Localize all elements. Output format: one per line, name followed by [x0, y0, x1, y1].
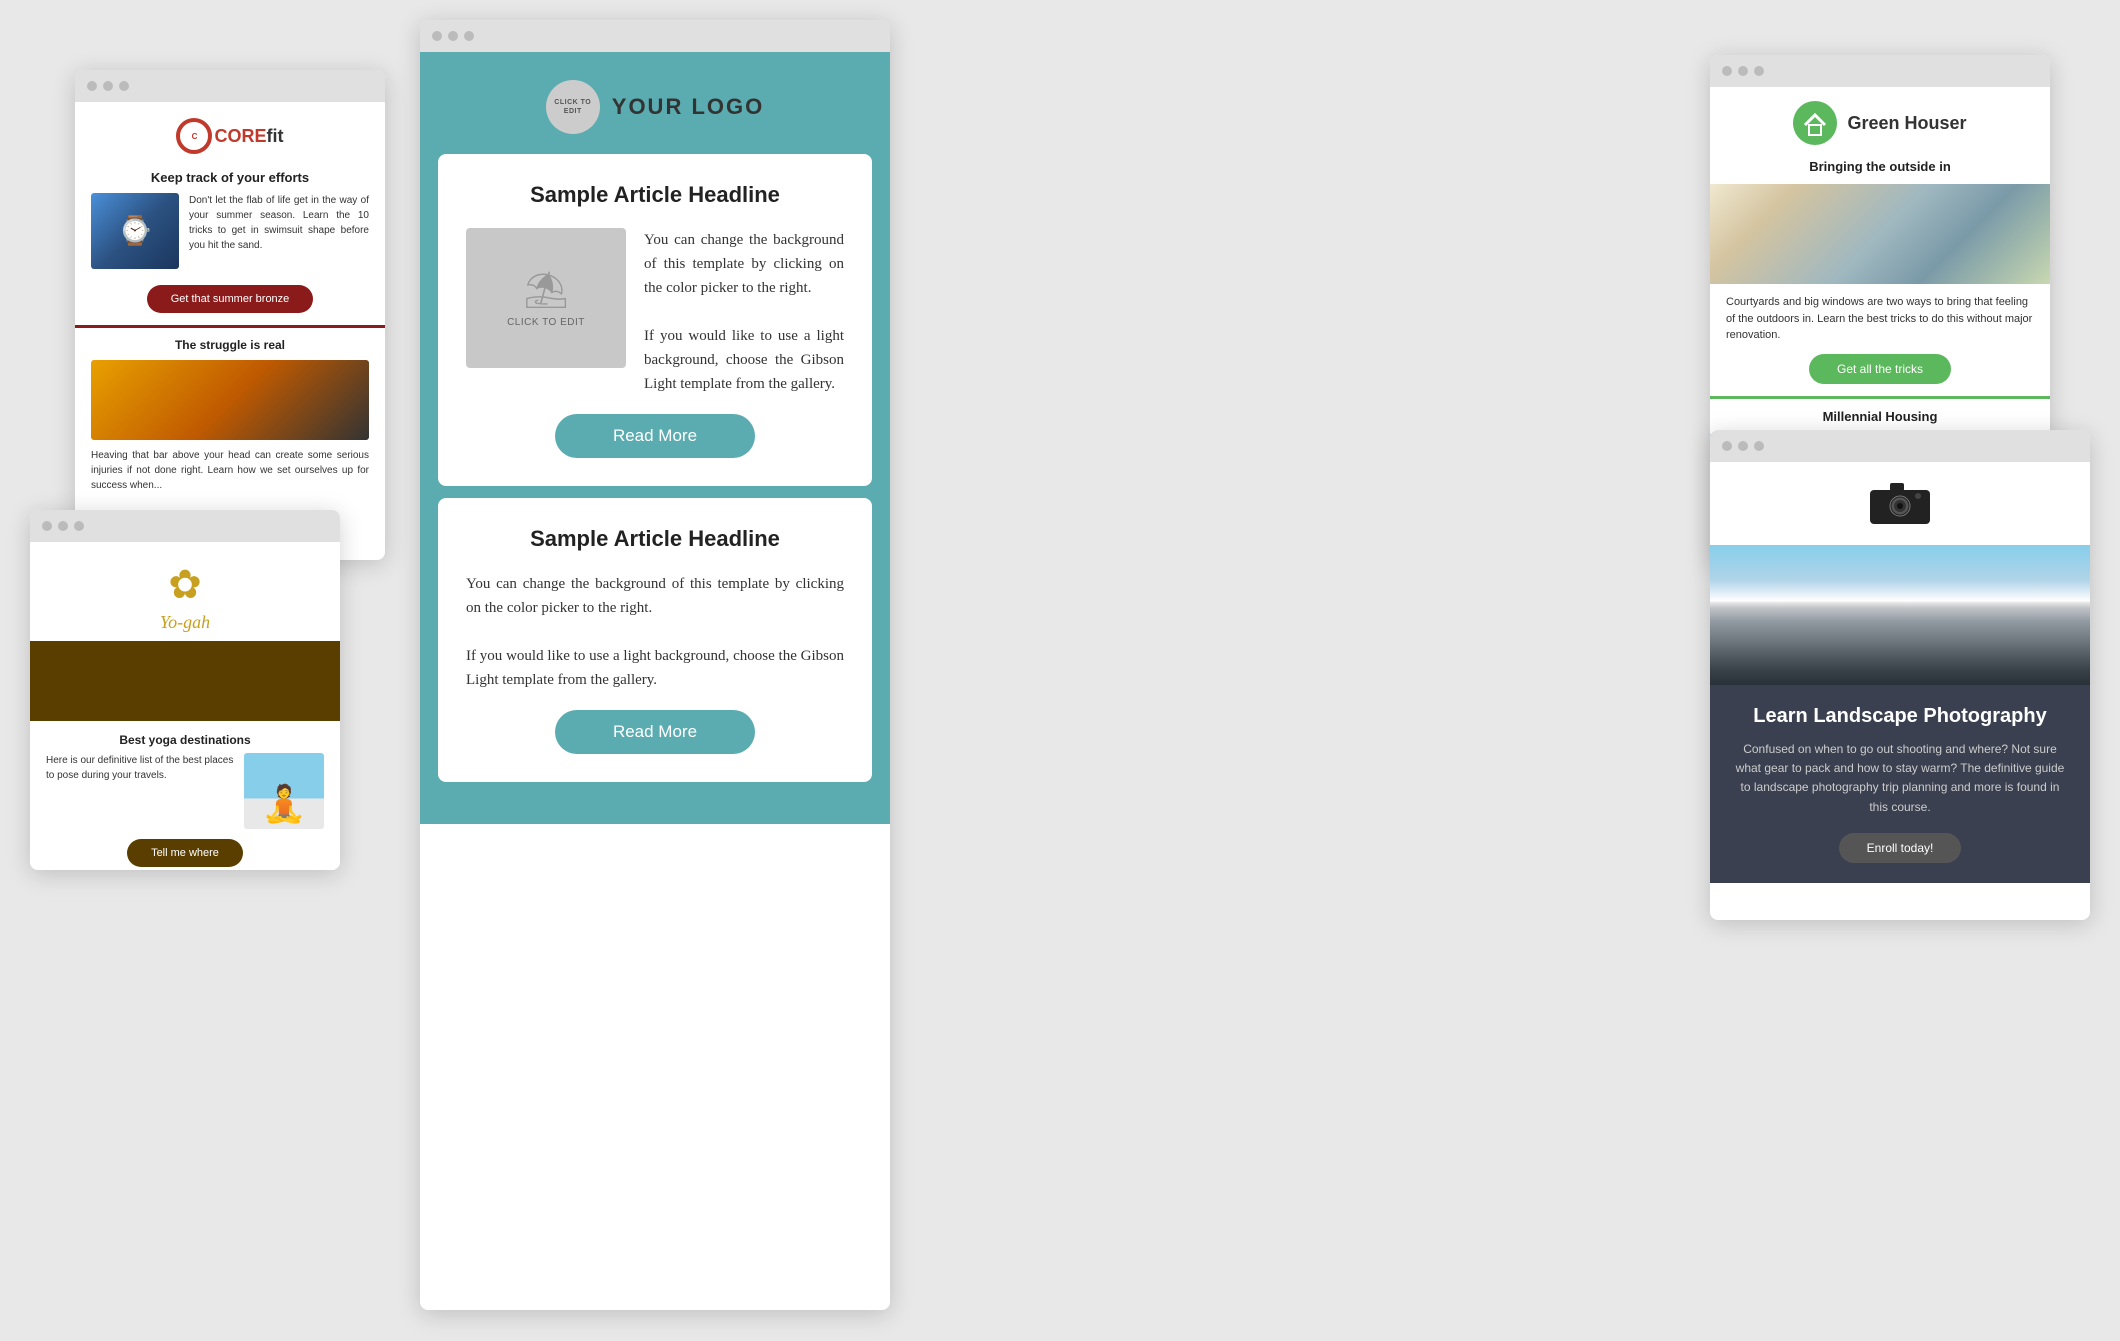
article1-body2: If you would like to use a light backgro…	[644, 328, 844, 392]
photo-mountains-image	[1710, 545, 2090, 685]
article1-body1: You can change the background of this te…	[644, 232, 844, 296]
yogah-btn[interactable]: Tell me where	[127, 839, 243, 867]
photo-dot-1	[1722, 441, 1732, 451]
yogah-pose-image: 🧘	[244, 753, 324, 829]
main-logo-area: CLicK To EDIT YOUR LOGO	[420, 52, 890, 154]
yogah-logo-text: Yo-gah	[160, 612, 210, 633]
camera-icon	[1870, 480, 1930, 535]
photo-enroll-button[interactable]: Enroll today!	[1839, 833, 1962, 863]
article-card-2: Sample Article Headline You can change t…	[438, 498, 872, 782]
photo-icon-area	[1710, 462, 2090, 545]
greenhouser-dot-1	[1722, 66, 1732, 76]
browser-toolbar-yogah	[30, 510, 340, 542]
image-placeholder-icon: ⛱	[523, 269, 569, 311]
article2-body1: You can change the background of this te…	[466, 576, 844, 616]
greenhouser-logo-area: Green Houser	[1710, 87, 2050, 159]
photo-dot-3	[1754, 441, 1764, 451]
logo-text[interactable]: YOUR LOGO	[612, 94, 764, 120]
yogah-headline: Best yoga destinations	[30, 721, 340, 753]
browser-dot-green	[464, 31, 474, 41]
photo-headline: Learn Landscape Photography	[1730, 705, 2070, 728]
browser-toolbar-corefit	[75, 70, 385, 102]
article1-headline: Sample Article Headline	[466, 182, 844, 208]
corefit-fight-image	[91, 360, 369, 440]
greenhouser-headline: Bringing the outside in	[1710, 159, 2050, 184]
yogah-flower-icon: ✿	[158, 558, 212, 612]
yogah-brown-bar	[30, 641, 340, 721]
image-placeholder-label: CLICK TO EDIT	[507, 317, 585, 328]
greenhouser-article-text: Courtyards and big windows are two ways …	[1710, 294, 2050, 354]
yogah-article-text: Here is our definitive list of the best …	[46, 753, 234, 829]
greenhouser-logo-icon	[1793, 101, 1837, 145]
corefit-article2-text: Heaving that bar above your head can cre…	[91, 448, 369, 493]
article2-text: You can change the background of this te…	[466, 572, 844, 692]
photo-body-text: Confused on when to go out shooting and …	[1730, 740, 2070, 817]
yogah-article: Here is our definitive list of the best …	[30, 753, 340, 839]
article-card-1: Sample Article Headline ⛱ CLICK TO EDIT …	[438, 154, 872, 486]
article1-content: ⛱ CLICK TO EDIT You can change the backg…	[466, 228, 844, 396]
browser-toolbar-main	[420, 20, 890, 52]
article2-body2: If you would like to use a light backgro…	[466, 648, 844, 688]
greenhouser-logo-text: Green Houser	[1847, 113, 1966, 134]
corefit-section2: The struggle is real Heaving that bar ab…	[75, 328, 385, 493]
browser-toolbar-greenhouser	[1710, 55, 2050, 87]
browser-toolbar-photo	[1710, 430, 2090, 462]
greenhouser-dot-2	[1738, 66, 1748, 76]
article1-image[interactable]: ⛱ CLICK TO EDIT	[466, 228, 626, 368]
corefit-fitness-image: ⌚	[91, 193, 179, 269]
yogah-browser-window: ✿ Yo-gah Best yoga destinations Here is …	[30, 510, 340, 870]
corefit-logo-ring: C	[176, 118, 212, 154]
photo-dot-2	[1738, 441, 1748, 451]
corefit-dot-3	[119, 81, 129, 91]
yogah-dot-2	[58, 521, 68, 531]
greenhouser-dot-3	[1754, 66, 1764, 76]
yogah-dot-1	[42, 521, 52, 531]
greenhouser-headline2: Millennial Housing	[1710, 399, 2050, 434]
corefit-body: C COREfit Keep track of your efforts ⌚ D…	[75, 102, 385, 493]
corefit-dot-1	[87, 81, 97, 91]
corefit-article1: ⌚ Don't let the flab of life get in the …	[75, 193, 385, 281]
corefit-logo-text: COREfit	[214, 126, 283, 147]
logo-circle[interactable]: CLicK To EDIT	[546, 80, 600, 134]
photo-body: Learn Landscape Photography Confused on …	[1710, 462, 2090, 883]
main-browser-body: CLicK To EDIT YOUR LOGO Sample Article H…	[420, 52, 890, 824]
browser-dot-red	[432, 31, 442, 41]
photo-browser-window: Learn Landscape Photography Confused on …	[1710, 430, 2090, 920]
greenhouser-interior-image	[1710, 184, 2050, 284]
browser-dot-yellow	[448, 31, 458, 41]
yogah-dot-3	[74, 521, 84, 531]
article2-read-more-button[interactable]: Read More	[555, 710, 755, 754]
corefit-btn1[interactable]: Get that summer bronze	[147, 285, 314, 313]
corefit-headline2: The struggle is real	[91, 338, 369, 352]
corefit-article1-text: Don't let the flab of life get in the wa…	[189, 193, 369, 269]
greenhouser-btn[interactable]: Get all the tricks	[1809, 354, 1951, 384]
main-browser-window: CLicK To EDIT YOUR LOGO Sample Article H…	[420, 20, 890, 1310]
corefit-headline1: Keep track of your efforts	[75, 170, 385, 193]
corefit-browser-window: C COREfit Keep track of your efforts ⌚ D…	[75, 70, 385, 560]
yogah-body: ✿ Yo-gah Best yoga destinations Here is …	[30, 542, 340, 870]
yogah-logo-area: ✿ Yo-gah	[30, 542, 340, 641]
article1-read-more-button[interactable]: Read More	[555, 414, 755, 458]
corefit-dot-2	[103, 81, 113, 91]
photo-dark-section: Learn Landscape Photography Confused on …	[1710, 685, 2090, 883]
scene: CLicK To EDIT YOUR LOGO Sample Article H…	[0, 0, 2120, 1341]
article1-text: You can change the background of this te…	[644, 228, 844, 396]
corefit-logo-area: C COREfit	[75, 102, 385, 170]
article2-headline: Sample Article Headline	[466, 526, 844, 552]
logo-circle-text: CLicK To EDIT	[546, 94, 600, 120]
